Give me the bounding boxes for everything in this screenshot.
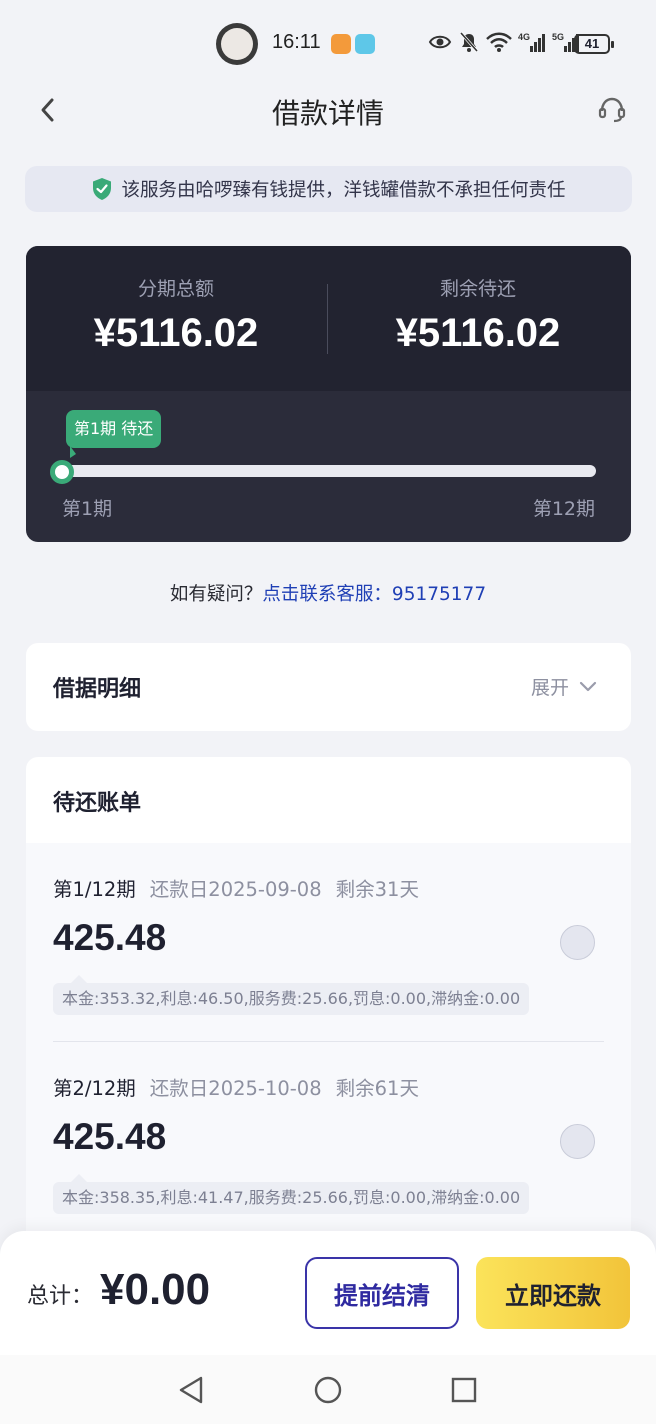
loan-details-section[interactable]: 借据明细 展开 [26,643,631,731]
loan-details-title: 借据明细 [53,677,142,702]
nav-recents-button[interactable] [447,1373,481,1407]
bill-amount: 425.48 [53,917,167,958]
nav-back-button[interactable] [174,1373,208,1407]
total-amount-value: ¥5116.02 [93,311,259,355]
signal-4g-icon: 4G [518,32,545,52]
expand-button[interactable]: 展开 [531,673,597,700]
remaining-amount-block: 剩余待还 ¥5116.02 [328,274,628,356]
bottom-action-bar: 总计： ¥0.00 提前结清 立即还款 [0,1231,656,1355]
svg-text:4G: 4G [518,32,530,42]
chevron-down-icon [579,681,597,691]
pending-bills-title: 待还账单 [53,791,142,816]
summary-amounts: 分期总额 ¥5116.02 剩余待还 ¥5116.02 [26,246,631,391]
mute-icon [459,32,479,52]
battery-indicator: 41 [574,34,614,54]
bill-item[interactable]: 第1/12期 还款日2025-09-08 剩余31天 425.48 本金:353.3… [26,843,631,1042]
bill-breakdown: 本金:358.35,利息:41.47,服务费:25.66,罚息:0.00,滞纳金… [53,1174,530,1214]
bill-period: 第2/12期 [53,1077,136,1100]
triangle-back-icon [179,1376,203,1404]
wifi-icon [486,32,512,52]
remaining-amount-value: ¥5116.02 [395,311,561,355]
bill-select-radio[interactable] [560,925,595,960]
circle-home-icon [314,1376,342,1404]
total-label: 总计： [27,1284,94,1309]
repay-now-button[interactable]: 立即还款 [476,1257,630,1329]
status-bar: 16:11 4G 5G 41 [0,0,656,88]
system-nav-bar [0,1355,656,1424]
bill-item[interactable]: 第2/12期 还款日2025-10-08 剩余61天 425.48 本金:358.3… [26,1042,631,1241]
early-settlement-button[interactable]: 提前结清 [305,1257,459,1329]
service-notice: 该服务由哈啰臻有钱提供，洋钱罐借款不承担任何责任 [25,166,632,212]
avatar [216,23,258,65]
help-prefix: 如有疑问？ [169,584,263,605]
customer-service-button[interactable] [594,92,630,128]
current-period-tag: 第1期 待还 [66,410,162,458]
total-amount-label: 分期总额 [137,278,214,300]
remaining-amount-label: 剩余待还 [439,278,516,300]
contact-service-link[interactable]: 点击联系客服：95175177 [262,584,486,605]
progress-marker [50,460,74,484]
headset-icon [598,97,626,123]
help-line: 如有疑问？点击联系客服：95175177 [0,580,656,606]
bill-select-radio[interactable] [560,1124,595,1159]
total-amount-block: 分期总额 ¥5116.02 [26,274,326,356]
status-icons: 4G 5G [428,30,580,54]
bill-header: 第2/12期 还款日2025-10-08 剩余61天 [53,1072,419,1101]
pending-bills-section: 待还账单 第1/12期 还款日2025-09-08 剩余31天 425.48 本金:… [26,757,631,1277]
bill-amount: 425.48 [53,1116,167,1157]
nav-home-button[interactable] [311,1373,345,1407]
bill-due-date: 还款日2025-10-08 [149,1077,322,1100]
bill-period: 第1/12期 [53,878,136,901]
bill-due-date: 还款日2025-09-08 [149,878,322,901]
eye-icon [428,35,452,49]
bill-breakdown: 本金:353.32,利息:46.50,服务费:25.66,罚息:0.00,滞纳金… [53,975,530,1015]
expand-label: 展开 [530,677,569,699]
header: 借款详情 [0,88,656,132]
bill-days-left: 剩余61天 [335,1077,419,1100]
svg-text:5G: 5G [552,32,564,42]
bill-days-left: 剩余31天 [335,878,419,901]
bills-list: 第1/12期 还款日2025-09-08 剩余31天 425.48 本金:353.3… [26,843,631,1277]
app-notification-icon [331,34,351,54]
app-notification-icon [355,34,375,54]
bill-header: 第1/12期 还款日2025-09-08 剩余31天 [53,873,419,902]
period-progress-bar [60,465,596,477]
notice-text: 该服务由哈啰臻有钱提供，洋钱罐借款不承担任何责任 [121,180,566,201]
status-time: 16:11 [272,31,321,53]
shield-check-icon [93,178,112,200]
square-recents-icon [451,1377,477,1403]
progress-end-label: 第12期 [532,498,595,520]
installment-summary-card: 分期总额 ¥5116.02 剩余待还 ¥5116.02 第1期 待还 第1期 第… [26,246,631,542]
progress-start-label: 第1期 [62,498,113,520]
total-value: ¥0.00 [100,1265,211,1314]
page-title: 借款详情 [271,97,384,130]
